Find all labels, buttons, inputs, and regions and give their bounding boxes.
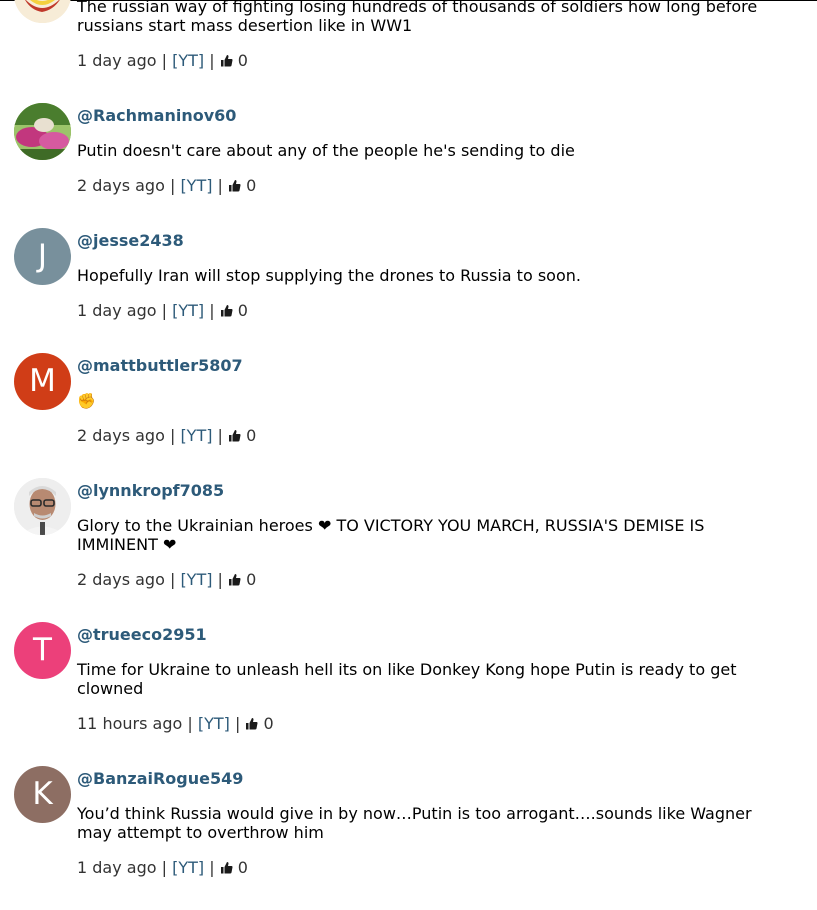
separator: | [164, 426, 181, 445]
raised-fist-emoji: ✊ [77, 392, 96, 410]
like-count: 0 [237, 858, 248, 877]
comment-item: K @BanzaiRogue549 You’d think Russia wou… [14, 766, 804, 877]
yt-link[interactable]: [YT] [180, 176, 212, 195]
comment-item: T @trueeco2951 Time for Ukraine to unlea… [14, 622, 804, 733]
like-count: 0 [246, 176, 257, 195]
avatar-image [14, 0, 71, 23]
comment-text: ✊ [77, 391, 777, 410]
thumbs-up-icon [220, 861, 233, 874]
comment-time: 2 days ago [77, 570, 165, 589]
comment-text: Putin doesn't care about any of the peop… [77, 141, 575, 160]
comment-meta: 2 days ago | [YT] | 0 [77, 426, 777, 445]
like-count: 0 [237, 51, 248, 70]
comment-body: @lynnkropf7085 Glory to the Ukrainian he… [77, 478, 777, 589]
comment-body: The russian way of fighting losing hundr… [77, 0, 777, 70]
comment-time: 2 days ago [77, 176, 165, 195]
comment-author[interactable]: @lynnkropf7085 [77, 481, 777, 500]
avatar[interactable]: T [14, 622, 71, 679]
comment-body: @BanzaiRogue549 You’d think Russia would… [77, 766, 777, 877]
avatar[interactable]: J [14, 228, 71, 285]
comment-meta: 2 days ago | [YT] | 0 [77, 176, 777, 195]
avatar-letter: J [37, 238, 48, 274]
comment-text: You’d think Russia would give in by now…… [77, 804, 752, 842]
comment-time: 2 days ago [77, 426, 165, 445]
thumbs-up-icon [220, 54, 233, 67]
avatar-image [14, 478, 71, 535]
comment-author[interactable]: @mattbuttler5807 [77, 356, 777, 375]
comment-text: The russian way of fighting losing hundr… [77, 0, 758, 35]
separator: | [204, 301, 220, 320]
comment-author[interactable]: @BanzaiRogue549 [77, 769, 777, 788]
comment-author[interactable]: @jesse2438 [77, 231, 777, 250]
comment-item: The russian way of fighting losing hundr… [14, 0, 804, 70]
comment-meta: 1 day ago | [YT] | 0 [77, 301, 777, 320]
comment-meta: 2 days ago | [YT] | 0 [77, 570, 777, 589]
comment-item: M @mattbuttler5807 ✊ 2 days ago | [YT] |… [14, 353, 804, 445]
comment-meta: 1 day ago | [YT] | 0 [77, 51, 777, 70]
separator: | [229, 714, 246, 733]
separator: | [204, 51, 220, 70]
comment-body: @jesse2438 Hopefully Iran will stop supp… [77, 228, 777, 320]
comment-text: Time for Ukraine to unleash hell its on … [77, 660, 737, 698]
like-count: 0 [263, 714, 274, 733]
comment-text: Hopefully Iran will stop supplying the d… [77, 266, 581, 285]
avatar-letter: M [29, 363, 56, 399]
yt-link[interactable]: [YT] [180, 426, 212, 445]
comment-author[interactable]: @Rachmaninov60 [77, 106, 777, 125]
comment-item: @lynnkropf7085 Glory to the Ukrainian he… [14, 478, 804, 589]
comment-time: 1 day ago [77, 301, 157, 320]
comment-item: @Rachmaninov60 Putin doesn't care about … [14, 103, 804, 195]
comment-time: 1 day ago [77, 858, 157, 877]
comment-time: 1 day ago [77, 51, 157, 70]
comment-body: @trueeco2951 Time for Ukraine to unleash… [77, 622, 777, 733]
separator: | [212, 176, 229, 195]
avatar-image [14, 103, 71, 160]
comment-body: @Rachmaninov60 Putin doesn't care about … [77, 103, 777, 195]
comment-author[interactable]: @trueeco2951 [77, 625, 777, 644]
separator: | [164, 570, 181, 589]
like-count: 0 [246, 570, 257, 589]
yt-link[interactable]: [YT] [172, 51, 204, 70]
separator: | [204, 858, 220, 877]
like-count: 0 [246, 426, 257, 445]
comment-meta: 1 day ago | [YT] | 0 [77, 858, 777, 877]
separator: | [164, 176, 181, 195]
avatar[interactable] [14, 0, 71, 23]
comment-body: @mattbuttler5807 ✊ 2 days ago | [YT] | 0 [77, 353, 777, 445]
separator: | [156, 858, 173, 877]
yt-link[interactable]: [YT] [180, 570, 212, 589]
comment-list: The russian way of fighting losing hundr… [14, 0, 804, 910]
separator: | [212, 570, 229, 589]
avatar-letter: T [33, 632, 52, 668]
avatar[interactable] [14, 478, 71, 535]
like-count: 0 [237, 301, 248, 320]
avatar-letter: K [32, 776, 53, 812]
separator: | [212, 426, 229, 445]
thumbs-up-icon [245, 717, 258, 730]
separator: | [156, 301, 173, 320]
comment-text: Glory to the Ukrainian heroes ❤ TO VICTO… [77, 516, 705, 554]
yt-link[interactable]: [YT] [172, 301, 204, 320]
separator: | [182, 714, 198, 733]
comment-item: J @jesse2438 Hopefully Iran will stop su… [14, 228, 804, 320]
avatar[interactable]: M [14, 353, 71, 410]
avatar[interactable]: K [14, 766, 71, 823]
comment-meta: 11 hours ago | [YT] | 0 [77, 714, 777, 733]
comment-time: 11 hours ago [77, 714, 183, 733]
separator: | [156, 51, 173, 70]
avatar[interactable] [14, 103, 71, 160]
thumbs-up-icon [228, 429, 241, 442]
thumbs-up-icon [228, 179, 241, 192]
yt-link[interactable]: [YT] [172, 858, 204, 877]
yt-link[interactable]: [YT] [198, 714, 230, 733]
thumbs-up-icon [228, 573, 241, 586]
thumbs-up-icon [220, 304, 233, 317]
